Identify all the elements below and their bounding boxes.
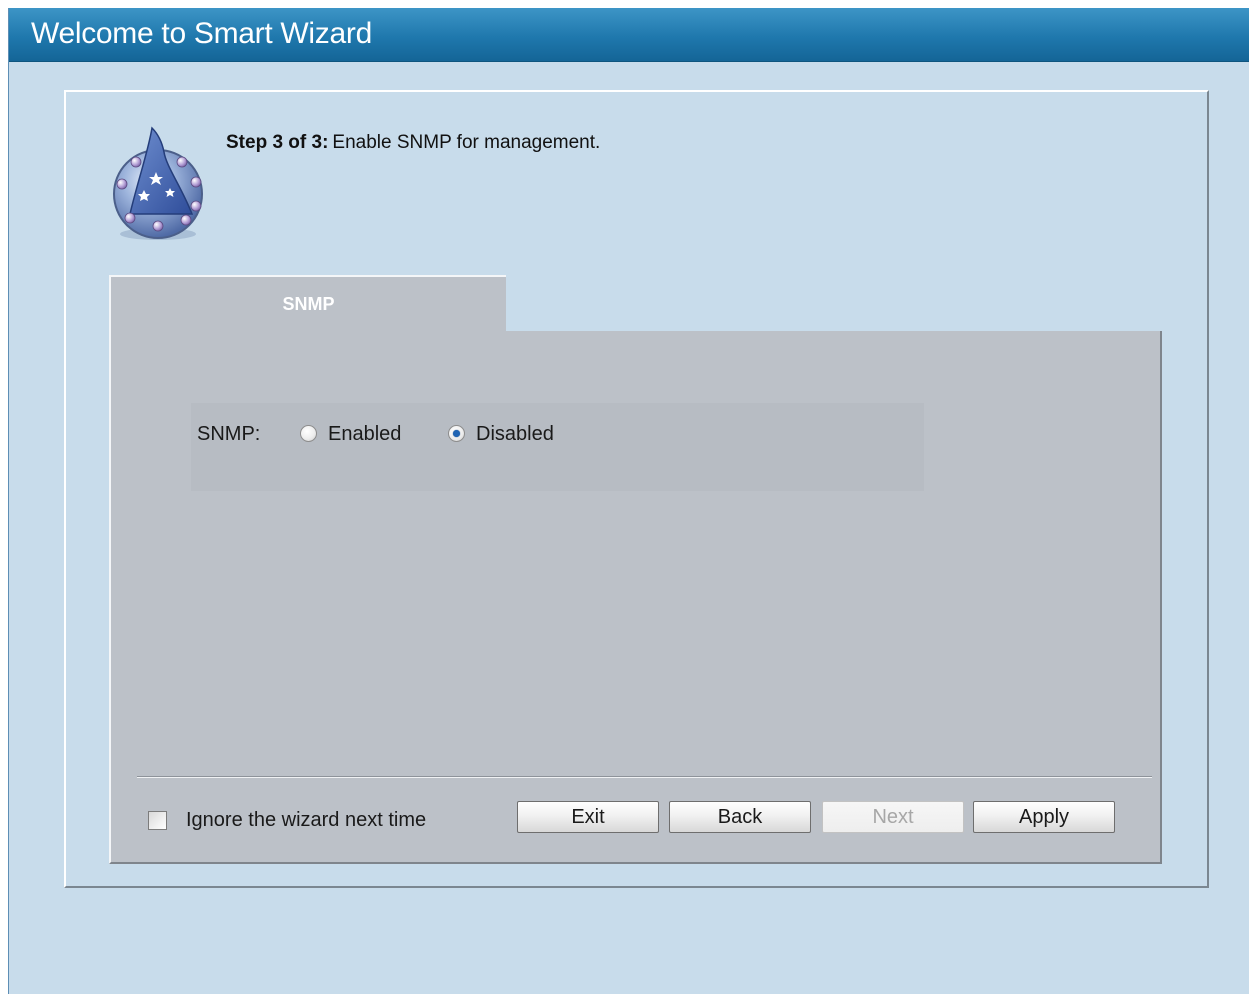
radio-selected-dot (453, 430, 460, 437)
snmp-disabled-label: Disabled (476, 423, 554, 445)
title-bar: Welcome to Smart Wizard (9, 8, 1249, 62)
step-label: Step 3 of 3: (226, 132, 329, 153)
radio-unchecked-icon[interactable] (300, 425, 317, 442)
tab-content-panel: SNMP: Enabled Disabled Ignore the wizard… (109, 331, 1162, 864)
wizard-window: Welcome to Smart Wizard Step 3 of 3: Ena… (8, 8, 1249, 994)
step-description: Enable SNMP for management. (332, 132, 601, 153)
back-button[interactable]: Back (669, 801, 811, 833)
exit-button[interactable]: Exit (517, 801, 659, 833)
radio-checked-icon[interactable] (448, 425, 465, 442)
snmp-label: SNMP: (197, 423, 261, 445)
wizard-panel: Step 3 of 3: Enable SNMP for management. … (64, 90, 1209, 888)
next-button: Next (822, 801, 964, 833)
footer-divider (137, 776, 1152, 778)
tab-snmp[interactable]: SNMP (109, 275, 506, 331)
snmp-setting-row: SNMP: Enabled Disabled (191, 403, 924, 491)
apply-button[interactable]: Apply (973, 801, 1115, 833)
wizard-hat-icon (113, 126, 203, 240)
snmp-enabled-label: Enabled (328, 423, 402, 445)
tab-snmp-label: SNMP (282, 294, 335, 314)
step-indicator: Step 3 of 3: Enable SNMP for management. (226, 132, 600, 154)
ignore-wizard-label: Ignore the wizard next time (186, 809, 427, 831)
ignore-wizard-checkbox[interactable] (148, 811, 167, 830)
window-title: Welcome to Smart Wizard (31, 17, 372, 50)
